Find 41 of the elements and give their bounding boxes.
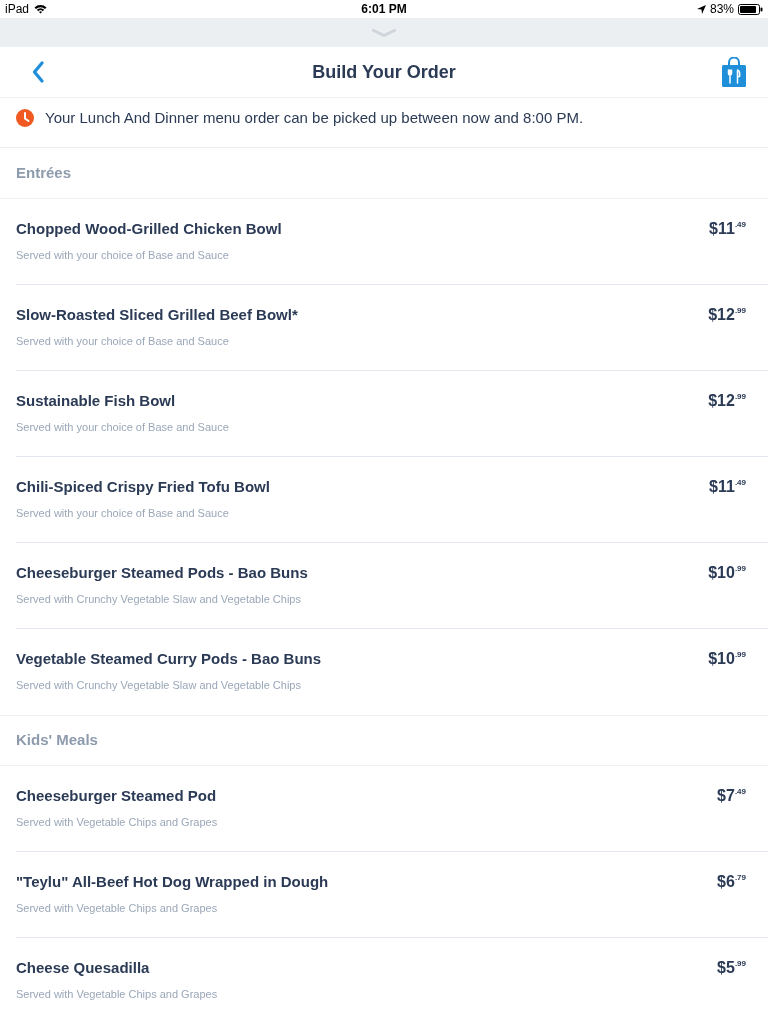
status-time: 6:01 PM [361, 1, 407, 19]
menu-item-name[interactable]: "Teylu" All-Beef Hot Dog Wrapped in Dough [16, 872, 329, 892]
menu-item-name[interactable]: Slow-Roasted Sliced Grilled Beef Bowl* [16, 305, 298, 325]
wifi-icon [34, 4, 48, 15]
clock-icon [16, 109, 34, 127]
menu-item-price: $12$^{.99}$ [708, 305, 746, 325]
menu-item-price: $11$^{.49}$ [709, 219, 746, 239]
menu-item-name[interactable]: Cheeseburger Steamed Pods - Bao Buns [16, 563, 308, 583]
section-header: Kids' Meals [16, 730, 98, 751]
menu-item-description: Served with your choice of Base and Sauce [16, 420, 229, 434]
carrier-label: iPad [5, 1, 30, 19]
shopping-bag-icon[interactable] [722, 57, 746, 88]
menu-item-price: $12$^{.99}$ [708, 391, 746, 411]
menu-item-price: $6$^{.79}$ [717, 872, 746, 892]
menu-item-price: $7$^{.49}$ [717, 786, 746, 806]
menu-item-name[interactable]: Chili-Spiced Crispy Fried Tofu Bowl [16, 477, 270, 497]
battery-icon [738, 3, 763, 15]
menu-item-description: Served with Vegetable Chips and Grapes [16, 987, 218, 1001]
menu-item-price: $5$^{.99}$ [717, 958, 746, 978]
pickup-notice: Your Lunch And Dinner menu order can be picked up between now and 8:00 PM. [45, 108, 584, 128]
section-header: Entrées [16, 162, 72, 183]
location-arrow-icon [696, 4, 706, 14]
menu-item-description: Served with your choice of Base and Sauce [16, 506, 230, 520]
menu-item-description: Served with Crunchy Vegetable Slaw and Vegetable Chips [16, 592, 302, 606]
battery-percent: 83% [709, 1, 734, 19]
menu-item-name[interactable]: Cheeseburger Steamed Pod [16, 786, 218, 806]
menu-item-name[interactable]: Cheese Quesadilla [16, 958, 218, 978]
menu-item-description: Served with Crunchy Vegetable Slaw and Vegetable Chips [16, 678, 302, 692]
back-chevron-icon[interactable] [32, 61, 44, 84]
menu-item-description: Served with your choice of Base and Sauce [16, 334, 230, 348]
menu-item-description: Served with Vegetable Chips and Grapes [16, 901, 219, 915]
menu-item-price: $10$^{.99}$ [708, 649, 746, 669]
menu-item-description: Served with Vegetable Chips and Grapes [16, 815, 218, 829]
menu-item-price: $11$^{.49}$ [709, 477, 746, 497]
sheet-handle-bar[interactable] [0, 18, 768, 48]
menu-item-name[interactable]: Sustainable Fish Bowl [16, 391, 229, 411]
menu-item-price: $10$^{.99}$ [708, 563, 746, 583]
menu-item-description: Served with your choice of Base and Sauce [16, 248, 230, 262]
menu-item-name[interactable]: Chopped Wood-Grilled Chicken Bowl [16, 219, 282, 239]
menu-item-name[interactable]: Vegetable Steamed Curry Pods - Bao Buns [16, 649, 322, 669]
page-title: Build Your Order [312, 60, 456, 84]
